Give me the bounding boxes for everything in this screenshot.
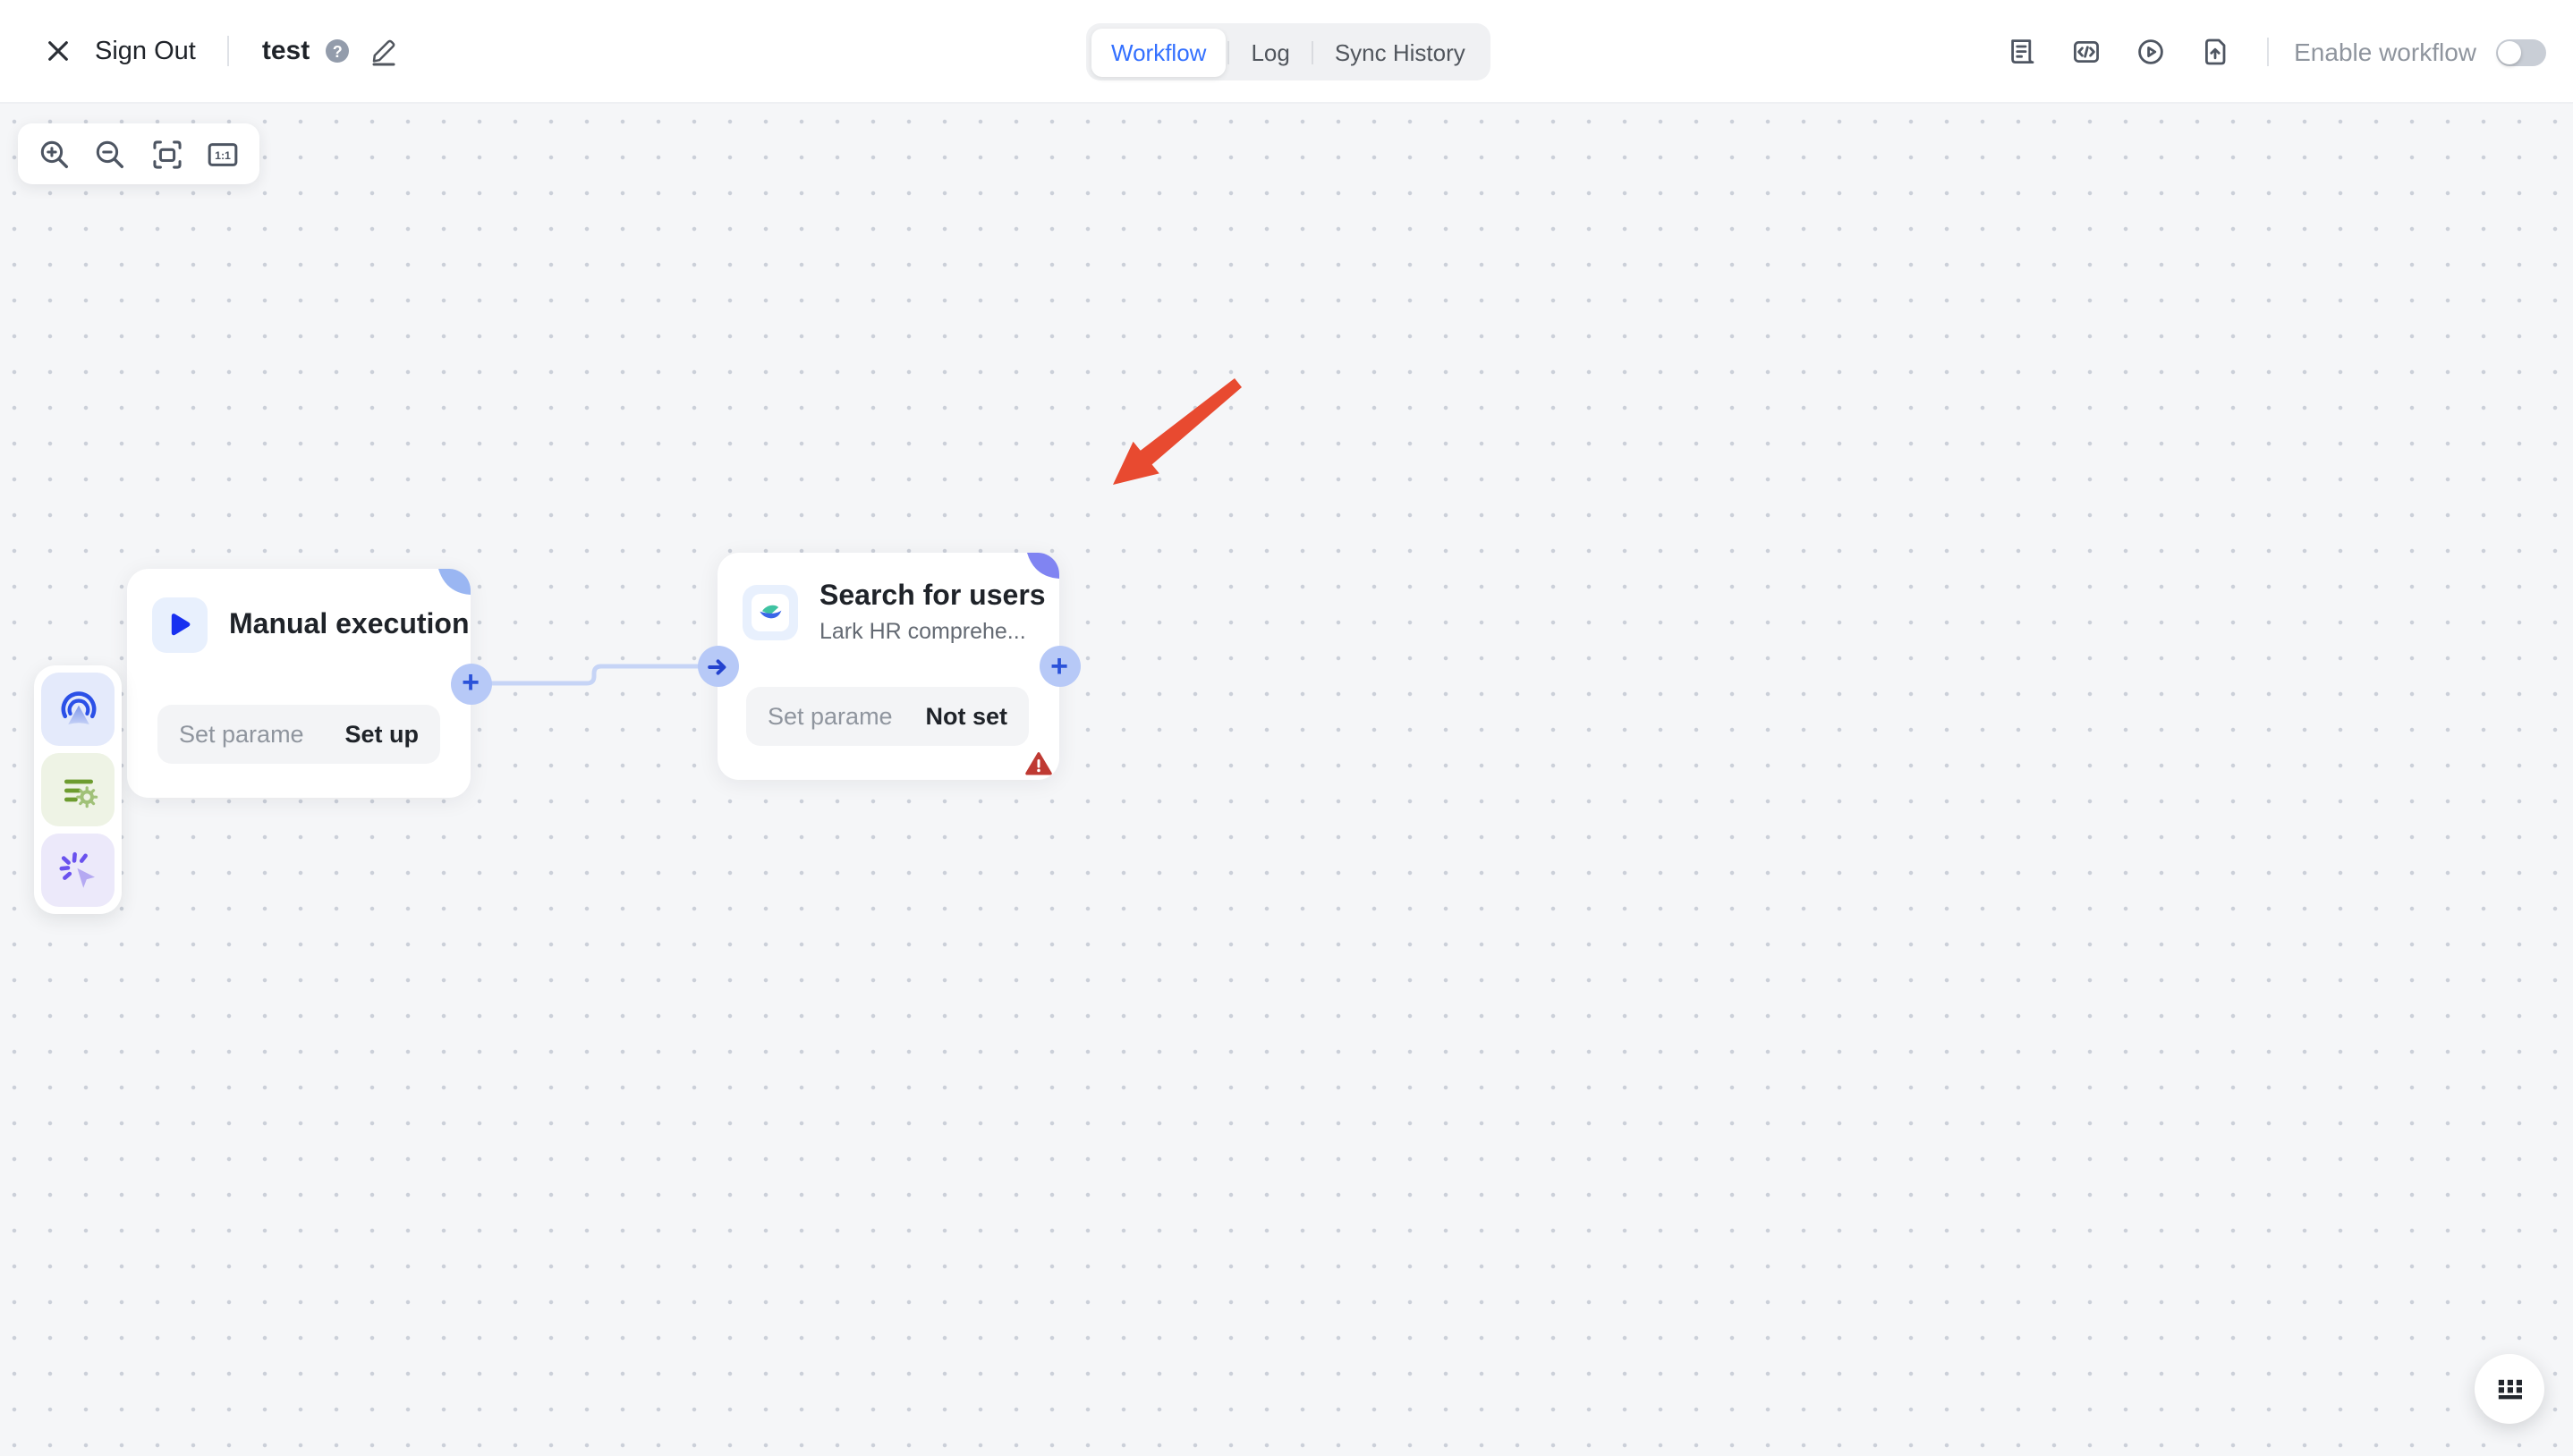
- tab-sync-history[interactable]: Sync History: [1315, 28, 1485, 76]
- add-action-node-button[interactable]: [41, 753, 115, 826]
- node-subtitle: Lark HR comprehe...: [819, 619, 1046, 644]
- help-icon[interactable]: ?: [326, 39, 349, 63]
- changelog-icon: [2008, 38, 2036, 66]
- add-manual-click-node-button[interactable]: [41, 834, 115, 907]
- param-value: Not set: [925, 703, 1007, 730]
- trigger-icon: [56, 688, 99, 731]
- canvas-zoom-toolbar: 1:1: [18, 123, 259, 184]
- node-title-group: Search for users Lark HR comprehe...: [819, 581, 1046, 644]
- param-value: Set up: [344, 721, 419, 748]
- manual-click-icon: [56, 849, 99, 892]
- node-search-for-users[interactable]: Search for users Lark HR comprehe... Set…: [718, 553, 1059, 780]
- edit-name-button[interactable]: [363, 31, 403, 71]
- node-title: Search for users: [819, 581, 1046, 614]
- plus-icon: +: [462, 667, 480, 698]
- zoom-in-icon: [38, 137, 72, 171]
- run-icon: [2136, 38, 2165, 66]
- arrow-right-icon: [703, 652, 732, 681]
- param-label: Set parame: [179, 721, 304, 748]
- plus-icon: +: [1050, 650, 1068, 681]
- keyboard-icon: [2495, 1378, 2524, 1400]
- play-icon: [166, 612, 193, 639]
- node-param-row[interactable]: Set parame Not set: [746, 687, 1029, 746]
- input-port[interactable]: [697, 646, 738, 687]
- add-next-node-port[interactable]: +: [450, 663, 491, 704]
- close-button[interactable]: [36, 30, 79, 72]
- fit-view-button[interactable]: [147, 134, 186, 174]
- warning-icon: [1025, 751, 1052, 776]
- zoom-out-icon: [94, 137, 128, 171]
- code-button[interactable]: [2063, 29, 2110, 75]
- enable-workflow-toggle[interactable]: [2496, 38, 2546, 65]
- actual-size-icon: 1:1: [206, 137, 240, 171]
- publish-icon: [2201, 38, 2229, 66]
- enable-workflow-label: Enable workflow: [2294, 38, 2476, 66]
- node-title: Manual execution: [229, 609, 470, 641]
- sign-out-label[interactable]: Sign Out: [95, 37, 196, 65]
- tab-workflow[interactable]: Workflow: [1091, 28, 1226, 76]
- header-divider: [228, 36, 230, 66]
- node-icon-tile: [152, 597, 208, 653]
- changelog-button[interactable]: [1999, 29, 2045, 75]
- toggle-knob: [2498, 40, 2521, 63]
- fit-view-icon: [149, 137, 183, 171]
- view-tabs: Workflow Log Sync History: [1086, 23, 1490, 80]
- app-header: Sign Out test ? Workflow Log Sync Histor…: [0, 0, 2573, 104]
- tab-divider: [1227, 40, 1229, 63]
- node-header: Search for users Lark HR comprehe...: [718, 553, 1059, 644]
- param-label: Set parame: [768, 703, 893, 730]
- action-list-gear-icon: [56, 768, 99, 811]
- zoom-in-button[interactable]: [35, 134, 74, 174]
- lark-app-icon: [752, 594, 789, 631]
- svg-text:1:1: 1:1: [215, 148, 231, 161]
- add-trigger-node-button[interactable]: [41, 673, 115, 746]
- run-button[interactable]: [2127, 29, 2174, 75]
- node-header: Manual execution: [127, 569, 471, 653]
- node-param-row[interactable]: Set parame Set up: [157, 705, 440, 764]
- header-left-group: Sign Out test ?: [0, 30, 403, 72]
- node-palette: [34, 665, 122, 914]
- workflow-name: test: [262, 36, 310, 66]
- keyboard-shortcuts-button[interactable]: [2475, 1354, 2544, 1424]
- tab-log[interactable]: Log: [1231, 28, 1309, 76]
- code-icon: [2072, 38, 2101, 66]
- tab-divider: [1312, 40, 1313, 63]
- node-icon-tile: [743, 585, 798, 640]
- node-manual-execution[interactable]: Manual execution Set parame Set up +: [127, 569, 471, 798]
- pencil-icon: [368, 36, 398, 66]
- header-right-group: Enable workflow: [1999, 0, 2546, 104]
- workflow-editor-app: Sign Out test ? Workflow Log Sync Histor…: [0, 0, 2573, 1456]
- publish-button[interactable]: [2192, 29, 2238, 75]
- header-divider: [2267, 38, 2269, 66]
- zoom-out-button[interactable]: [91, 134, 131, 174]
- close-icon: [46, 39, 69, 63]
- add-next-node-port[interactable]: +: [1039, 646, 1080, 687]
- actual-size-button[interactable]: 1:1: [203, 134, 242, 174]
- workflow-canvas[interactable]: 1:1: [0, 104, 2573, 1456]
